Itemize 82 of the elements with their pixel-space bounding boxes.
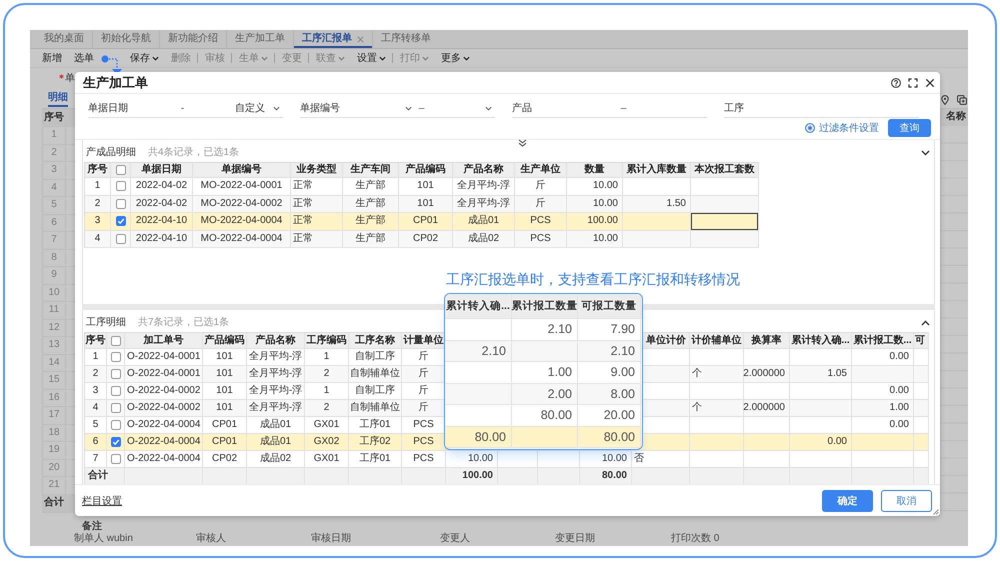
record-count: 共7条记录，已选1条 bbox=[138, 318, 230, 328]
column-header: 工序名称 bbox=[349, 333, 402, 349]
column-header: 业务类型 bbox=[291, 163, 343, 178]
column-header: 计价辅单位 bbox=[690, 333, 744, 349]
table-cell: 80.00 bbox=[445, 426, 512, 448]
table-cell: PCS bbox=[515, 230, 567, 248]
row-number: 15 bbox=[42, 372, 66, 388]
row-number: 7 bbox=[42, 232, 66, 248]
row-number: 13 bbox=[42, 337, 66, 354]
column-header: 计量单位 bbox=[402, 333, 446, 349]
table-cell: 生产部 bbox=[343, 230, 399, 248]
table-cell: MO-2022-04-0004 bbox=[193, 230, 291, 248]
footer-text: 变更日期 bbox=[555, 534, 596, 544]
field-label: 产品 bbox=[512, 100, 540, 118]
row-number: 1 bbox=[42, 127, 66, 144]
column-header: 累计转入确... bbox=[790, 333, 852, 349]
column-header: 换算率 bbox=[744, 333, 790, 349]
field-label: 备注 bbox=[82, 522, 102, 532]
row-number: 17 bbox=[42, 407, 66, 424]
range-separator: - bbox=[176, 100, 188, 118]
column-header: 单据编号 bbox=[193, 163, 291, 178]
row-number: 14 bbox=[42, 354, 66, 371]
dialog-title: 生产加工单 bbox=[83, 76, 148, 90]
column-header: 序号 bbox=[42, 109, 66, 126]
row-number: 8 bbox=[42, 250, 66, 266]
column-header: 名称 bbox=[940, 108, 968, 126]
range-separator: – bbox=[414, 100, 428, 118]
table-cell: CP02 bbox=[399, 230, 453, 248]
footer-text: 打印次数 0 bbox=[671, 534, 720, 544]
footer-text: 制单人 wubin bbox=[74, 534, 134, 544]
footer-text: 审核日期 bbox=[311, 534, 352, 544]
row-number: 2 bbox=[42, 144, 66, 161]
row-number: 21 bbox=[42, 477, 66, 494]
table-cell: 2022-04-10 bbox=[131, 230, 193, 248]
column-header: 序号 bbox=[85, 333, 107, 349]
row-number: 12 bbox=[42, 320, 66, 336]
total-cell: 80.00 bbox=[580, 468, 632, 485]
row-number: 19 bbox=[42, 442, 66, 458]
section-title: 产成品明细 bbox=[86, 148, 136, 158]
range-separator: – bbox=[616, 100, 630, 118]
column-header: 产品名称 bbox=[247, 333, 305, 349]
annotation-caption: 工序汇报选单时，支持查看工序汇报和转移情况 bbox=[446, 271, 740, 288]
column-header: 生产车间 bbox=[343, 163, 399, 178]
column-header: 序号 bbox=[85, 163, 111, 178]
column-header: 加工单号 bbox=[125, 333, 203, 349]
table-cell: 10.00 bbox=[567, 230, 623, 248]
column-header: 产品名称 bbox=[453, 163, 515, 178]
footer-text: 变更人 bbox=[440, 534, 471, 544]
table-cell: 成品02 bbox=[453, 230, 515, 248]
row-number: 16 bbox=[42, 390, 66, 406]
total-cell: 100.00 bbox=[446, 468, 498, 485]
total-label: 合计 bbox=[85, 468, 125, 485]
footer-text: 审核人 bbox=[196, 534, 227, 544]
section-title: 工序明细 bbox=[86, 318, 126, 328]
table-cell: 80.00 bbox=[578, 426, 641, 448]
column-header: 产品编码 bbox=[399, 163, 453, 178]
row-number: 18 bbox=[42, 424, 66, 441]
row-number: 4 bbox=[85, 230, 111, 248]
column-header: 累计报工数... bbox=[852, 333, 914, 349]
field-label: 单据编号 bbox=[300, 100, 348, 118]
record-count: 共4条记录，已选1条 bbox=[148, 148, 240, 158]
field-label: 工序 bbox=[724, 100, 752, 118]
row-number: 4 bbox=[42, 180, 66, 196]
column-header: 产品编码 bbox=[203, 333, 247, 349]
total-label: 合计 bbox=[42, 494, 66, 512]
row-number: 10 bbox=[42, 284, 66, 301]
field-label: 单据日期 bbox=[88, 100, 136, 118]
field-label: 单 bbox=[65, 74, 75, 84]
row-number: 11 bbox=[42, 302, 66, 318]
row-number: 20 bbox=[42, 460, 66, 476]
row-number: 9 bbox=[42, 267, 66, 284]
row-number: 3 bbox=[42, 162, 66, 178]
row-number: 5 bbox=[42, 197, 66, 214]
column-header: 数量 bbox=[567, 163, 623, 178]
row-number: 6 bbox=[42, 214, 66, 231]
column-header: 累计入库数量 bbox=[623, 163, 691, 178]
column-header: 单据日期 bbox=[131, 163, 193, 178]
column-header: 本次报工套数 bbox=[691, 163, 759, 178]
column-header: 可 bbox=[914, 333, 929, 349]
table-cell: 正常 bbox=[291, 230, 343, 248]
column-header: 工序编码 bbox=[305, 333, 349, 349]
column-header: 生产单位 bbox=[515, 163, 567, 178]
